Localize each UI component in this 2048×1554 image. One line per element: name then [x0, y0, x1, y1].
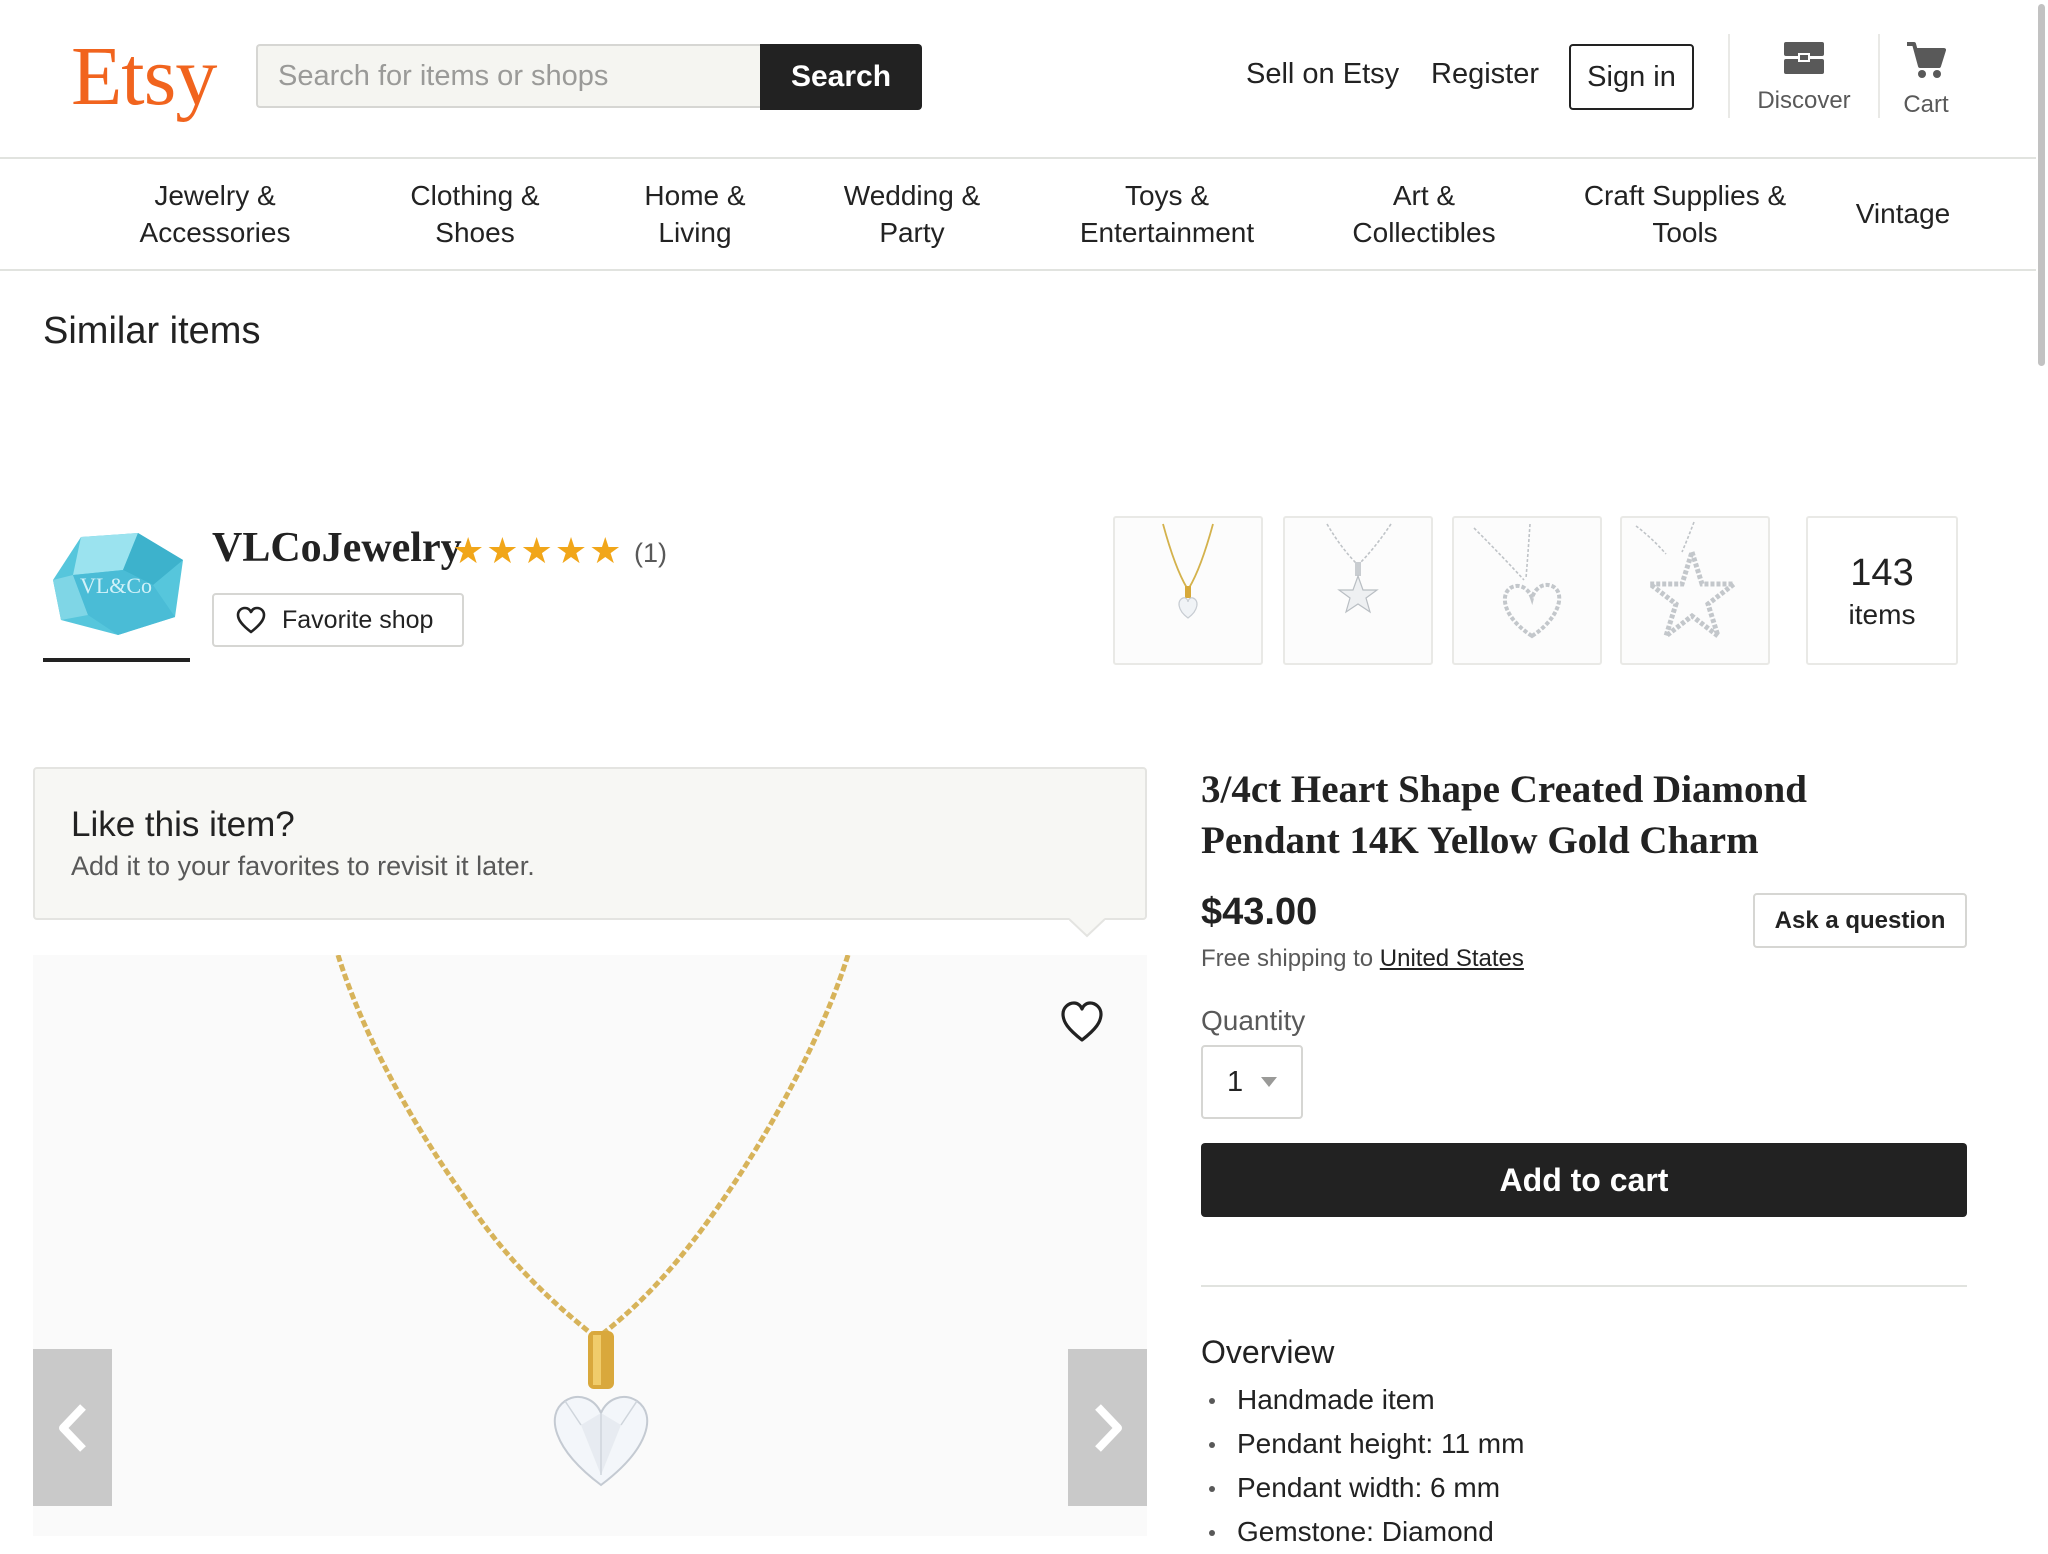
- category-label-line: Living: [658, 217, 732, 248]
- shop-item-thumbnail[interactable]: [1452, 516, 1602, 665]
- favorite-shop-button[interactable]: Favorite shop: [212, 593, 464, 647]
- page-scrollbar-thumb[interactable]: [2038, 4, 2045, 366]
- cart-link[interactable]: Cart: [1886, 40, 1966, 119]
- quantity-label: Quantity: [1201, 1005, 1306, 1036]
- items-count-label: items: [1848, 599, 1916, 630]
- category-label-line: Wedding &: [843, 180, 981, 211]
- cart-icon: [1907, 42, 1946, 78]
- search-button[interactable]: Search: [760, 44, 922, 110]
- category-label-line: Vintage: [1855, 198, 1951, 229]
- favorite-prompt-title: Like this item?: [71, 805, 295, 844]
- category-label-line: Tools: [1652, 217, 1718, 248]
- items-count-number: 143: [1850, 552, 1914, 594]
- previous-image-button[interactable]: [33, 1349, 112, 1506]
- search-field-wrapper: [256, 44, 760, 108]
- product-main-image[interactable]: [33, 955, 1147, 1536]
- add-to-favorites-heart-icon[interactable]: [1060, 1000, 1104, 1044]
- overview-item: Handmade item: [1201, 1378, 1524, 1422]
- sell-on-etsy-link[interactable]: Sell on Etsy: [1246, 58, 1399, 91]
- ask-a-question-button[interactable]: Ask a question: [1753, 893, 1967, 948]
- site-header: Etsy Search Sell on Etsy Register Sign i…: [0, 0, 2036, 159]
- overview-item: Pendant width: 6 mm: [1201, 1466, 1524, 1510]
- overview-item: Gemstone: Diamond: [1201, 1510, 1524, 1554]
- category-nav: Jewelry & Accessories Clothing & Shoes H…: [0, 159, 2036, 271]
- category-jewelry-accessories[interactable]: Jewelry & Accessories: [105, 177, 325, 251]
- shop-items-count-button[interactable]: 143 items: [1806, 516, 1958, 665]
- shop-logo-text: VL&Co: [80, 573, 152, 598]
- chevron-left-icon: [58, 1403, 86, 1452]
- sign-in-button[interactable]: Sign in: [1569, 44, 1694, 110]
- category-wedding-party[interactable]: Wedding & Party: [822, 177, 1002, 251]
- silver-heart-outline-pendant-icon: [1473, 523, 1562, 639]
- silver-star-pendant-icon: [1326, 523, 1392, 614]
- discover-link[interactable]: Discover: [1738, 40, 1870, 115]
- heart-outline-icon: [236, 606, 266, 634]
- overview-heading: Overview: [1201, 1334, 1335, 1370]
- search-input[interactable]: [258, 46, 760, 106]
- listing-title: 3/4ct Heart Shape Created Diamond Pendan…: [1201, 768, 1807, 862]
- banner-pointer-icon: [1069, 918, 1105, 938]
- shop-logo-image: VL&Co: [53, 533, 183, 635]
- silver-star-outline-pendant-icon: [1635, 521, 1742, 643]
- header-divider: [1878, 34, 1880, 118]
- necklace-image: [335, 955, 851, 1487]
- category-label-line: Toys &: [1124, 180, 1210, 211]
- category-craft-supplies-tools[interactable]: Craft Supplies & Tools: [1565, 177, 1805, 251]
- category-label-line: Clothing &: [410, 180, 540, 211]
- quantity-select[interactable]: 1: [1201, 1045, 1303, 1119]
- etsy-logo[interactable]: Etsy: [71, 32, 217, 122]
- category-art-collectibles[interactable]: Art & Collectibles: [1324, 177, 1524, 251]
- category-vintage[interactable]: Vintage: [1838, 195, 1968, 232]
- category-label-line: Entertainment: [1079, 217, 1255, 248]
- shipping-country-link[interactable]: United States: [1380, 945, 1524, 972]
- overview-list: Handmade item Pendant height: 11 mm Pend…: [1201, 1378, 1524, 1554]
- section-divider: [1201, 1285, 1967, 1287]
- gold-heart-pendant-icon: [1162, 523, 1214, 619]
- shipping-prefix: Free shipping to: [1201, 945, 1380, 972]
- shipping-info: Free shipping to United States: [1201, 945, 1524, 973]
- cart-label: Cart: [1903, 91, 1949, 118]
- favorite-prompt-banner: Like this item? Add it to your favorites…: [33, 767, 1147, 938]
- star-rating-icon: ★★★★★: [452, 530, 624, 571]
- category-label-line: Party: [879, 217, 945, 248]
- chevron-right-icon: [1094, 1403, 1122, 1452]
- add-to-cart-button[interactable]: Add to cart: [1201, 1143, 1967, 1217]
- category-label-line: Accessories: [139, 217, 291, 248]
- register-link[interactable]: Register: [1431, 58, 1539, 91]
- category-label-line: Art &: [1392, 180, 1456, 211]
- header-divider: [1728, 34, 1730, 118]
- shop-avatar[interactable]: VL&Co: [43, 525, 189, 640]
- category-label-line: Shoes: [435, 217, 515, 248]
- favorite-prompt-subtitle: Add it to your favorites to revisit it l…: [71, 851, 535, 881]
- category-label-line: Jewelry &: [154, 180, 276, 211]
- discover-label: Discover: [1757, 87, 1851, 114]
- similar-items-heading: Similar items: [43, 310, 261, 352]
- category-toys-entertainment[interactable]: Toys & Entertainment: [1051, 177, 1283, 251]
- review-count[interactable]: (1): [634, 538, 667, 569]
- discover-icon: [1784, 42, 1824, 74]
- shop-item-thumbnail[interactable]: [1283, 516, 1433, 665]
- shop-name-link[interactable]: VLCoJewelry: [212, 524, 462, 572]
- overview-item: Pendant height: 11 mm: [1201, 1422, 1524, 1466]
- shop-item-thumbnail[interactable]: [1113, 516, 1263, 665]
- shop-avatar-underline: [43, 658, 190, 662]
- category-home-living[interactable]: Home & Living: [615, 177, 775, 251]
- listing-price: $43.00: [1201, 891, 1318, 933]
- quantity-value: 1: [1227, 1065, 1244, 1098]
- category-label-line: Craft Supplies &: [1583, 180, 1787, 211]
- next-image-button[interactable]: [1068, 1349, 1147, 1506]
- category-clothing-shoes[interactable]: Clothing & Shoes: [380, 177, 570, 251]
- favorite-shop-label: Favorite shop: [282, 605, 434, 634]
- category-label-line: Home &: [644, 180, 746, 211]
- shop-item-thumbnail[interactable]: [1620, 516, 1770, 665]
- caret-down-icon: [1261, 1077, 1277, 1087]
- category-label-line: Collectibles: [1352, 217, 1496, 248]
